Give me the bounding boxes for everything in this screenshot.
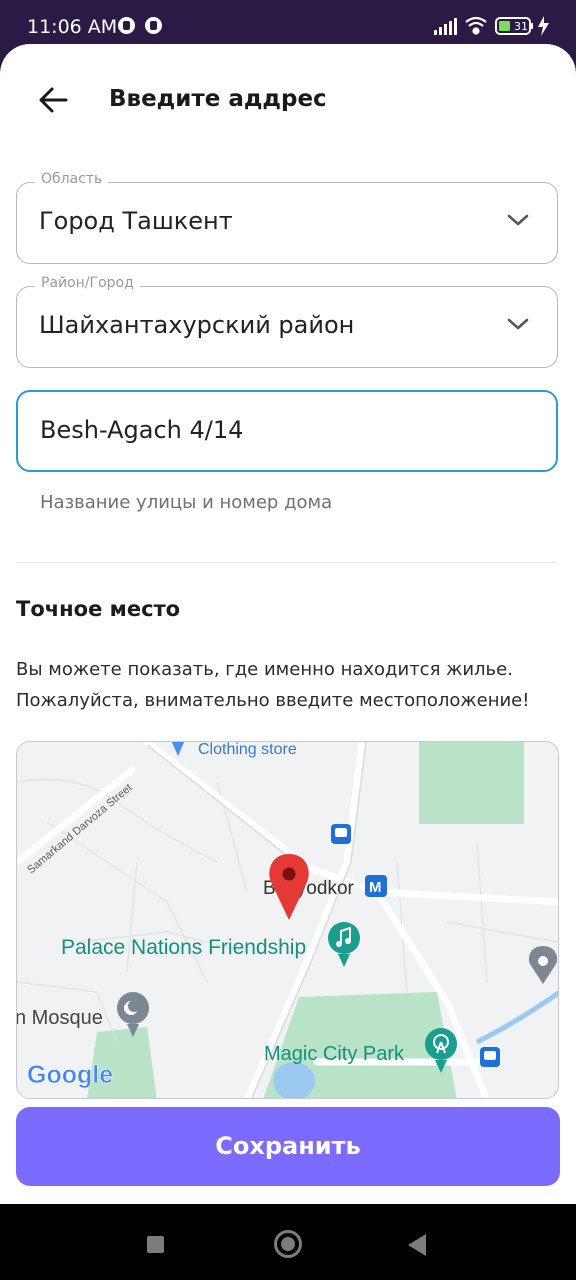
status-time: 11:06 AM (27, 16, 118, 38)
wifi-icon (465, 16, 487, 35)
district-value: Шайхантахурский район (39, 311, 355, 339)
page-title: Введите аддрес (109, 86, 327, 112)
battery-icon: 31 (495, 17, 533, 35)
charging-icon (538, 16, 549, 36)
district-select[interactable]: Район/Город Шайхантахурский район (16, 275, 558, 368)
recents-square-icon[interactable] (147, 1236, 164, 1253)
street-hint: Название улицы и номер дома (40, 492, 333, 513)
map-label-park: Magic City Park (264, 1043, 405, 1065)
water-area (273, 1062, 315, 1098)
back-triangle-icon[interactable] (408, 1234, 426, 1256)
divider (16, 562, 558, 563)
map-label-mosque: n Mosque (17, 1007, 103, 1029)
save-button[interactable]: Сохранить (16, 1107, 560, 1186)
metro-icon: M (365, 875, 387, 897)
status-icons: 31 (434, 14, 554, 38)
street-value: Besh-Agach 4/14 (40, 416, 244, 444)
home-circle-icon[interactable] (274, 1230, 302, 1258)
notification-icon (118, 17, 135, 34)
navigation-bar (0, 1204, 576, 1280)
bus-stop-icon (331, 824, 351, 844)
location-description: Вы можете показать, где именно находится… (16, 659, 530, 711)
location-map[interactable]: Clothing store Samarkand Darvoza Street … (16, 741, 559, 1099)
status-bar: 11:06 AM 31 (0, 0, 576, 48)
chevron-down-icon (507, 318, 529, 330)
svg-text:M: M (369, 879, 382, 896)
battery-level: 31 (514, 20, 528, 33)
signal-icon (434, 18, 457, 35)
arrow-left-icon (39, 87, 68, 113)
location-title: Точное место (16, 597, 181, 621)
map-label-palace: Palace Nations Friendship (61, 936, 306, 959)
region-value: Город Ташкент (39, 207, 233, 235)
street-input[interactable]: Besh-Agach 4/14 (16, 390, 558, 472)
google-logo: Google (27, 1061, 113, 1089)
district-label: Район/Город (35, 275, 140, 291)
region-label: Область (35, 171, 109, 187)
chevron-down-icon (507, 214, 529, 226)
map-canvas[interactable]: Clothing store Samarkand Darvoza Street … (17, 742, 559, 1099)
notification-icon (145, 17, 162, 34)
region-select[interactable]: Область Город Ташкент (16, 171, 558, 264)
map-label-clothing: Clothing store (198, 742, 297, 758)
back-button[interactable] (34, 82, 74, 118)
bus-stop-icon (480, 1047, 500, 1067)
park-area (419, 742, 524, 824)
